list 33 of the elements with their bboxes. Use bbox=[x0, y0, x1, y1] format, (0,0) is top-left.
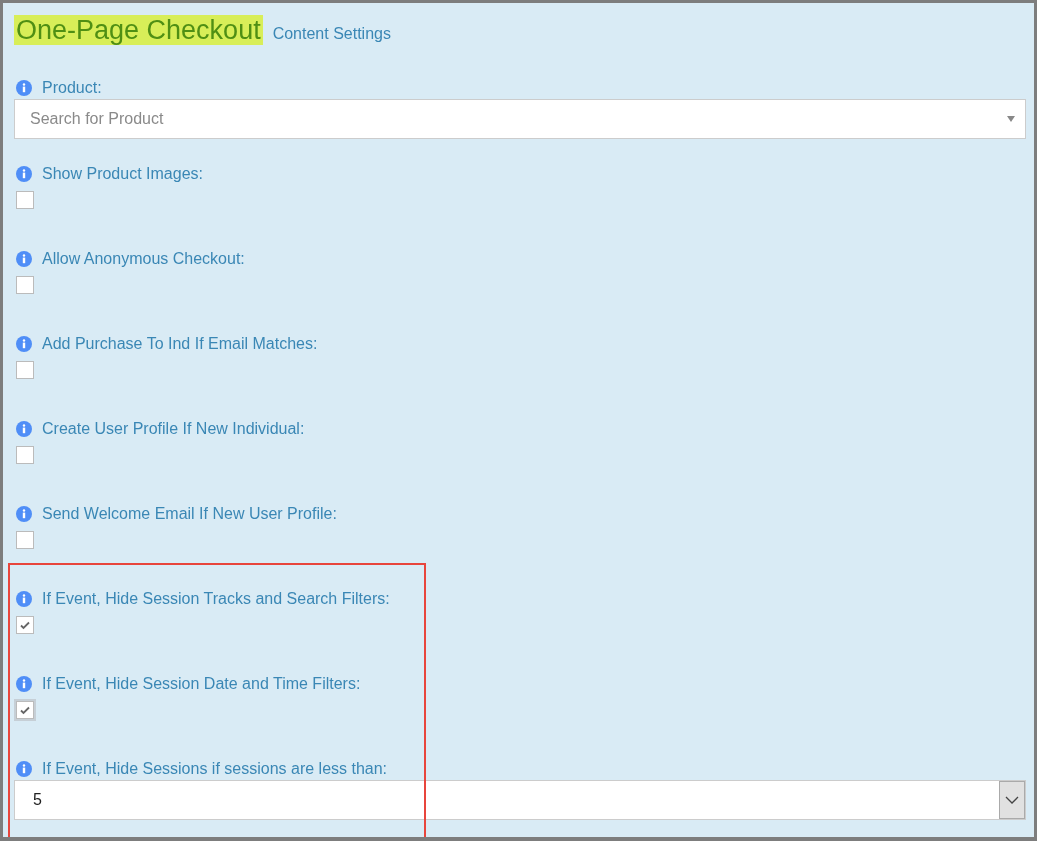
field-label: Allow Anonymous Checkout: bbox=[42, 250, 245, 268]
field-label: If Event, Hide Session Date and Time Filters: bbox=[42, 675, 361, 693]
page-subtitle: Content Settings bbox=[272, 25, 391, 43]
checkmark-icon bbox=[19, 619, 31, 631]
checkbox[interactable] bbox=[16, 276, 34, 294]
checkbox[interactable] bbox=[16, 616, 34, 634]
info-icon[interactable] bbox=[16, 251, 32, 267]
page-title: One-Page Checkout bbox=[14, 15, 263, 45]
field-label: Create User Profile If New Individual: bbox=[42, 420, 305, 438]
info-icon[interactable] bbox=[16, 506, 32, 522]
field-label: Send Welcome Email If New User Profile: bbox=[42, 505, 337, 523]
info-icon[interactable] bbox=[16, 166, 32, 182]
field-label: If Event, Hide Sessions if sessions are less than: bbox=[42, 760, 388, 778]
info-icon[interactable] bbox=[16, 421, 32, 437]
field-label: Product: bbox=[42, 79, 102, 97]
info-icon[interactable] bbox=[16, 761, 32, 777]
info-icon[interactable] bbox=[16, 591, 32, 607]
info-icon[interactable] bbox=[16, 80, 32, 96]
dropdown-button[interactable] bbox=[999, 781, 1025, 819]
field-label: Show Product Images: bbox=[42, 165, 203, 183]
field-label: Add Purchase To Ind If Email Matches: bbox=[42, 335, 318, 353]
checkbox[interactable] bbox=[16, 191, 34, 209]
checkbox[interactable] bbox=[16, 446, 34, 464]
info-icon[interactable] bbox=[16, 676, 32, 692]
checkbox[interactable] bbox=[16, 361, 34, 379]
field-label: If Event, Hide Session Tracks and Search Filters: bbox=[42, 590, 390, 608]
checkmark-icon bbox=[19, 704, 31, 716]
dropdown-arrow-icon bbox=[1007, 116, 1015, 122]
info-icon[interactable] bbox=[16, 336, 32, 352]
checkbox[interactable] bbox=[16, 531, 34, 549]
select-field[interactable]: 5 bbox=[14, 780, 1026, 820]
chevron-down-icon bbox=[1005, 796, 1019, 804]
checkbox[interactable] bbox=[16, 701, 34, 719]
